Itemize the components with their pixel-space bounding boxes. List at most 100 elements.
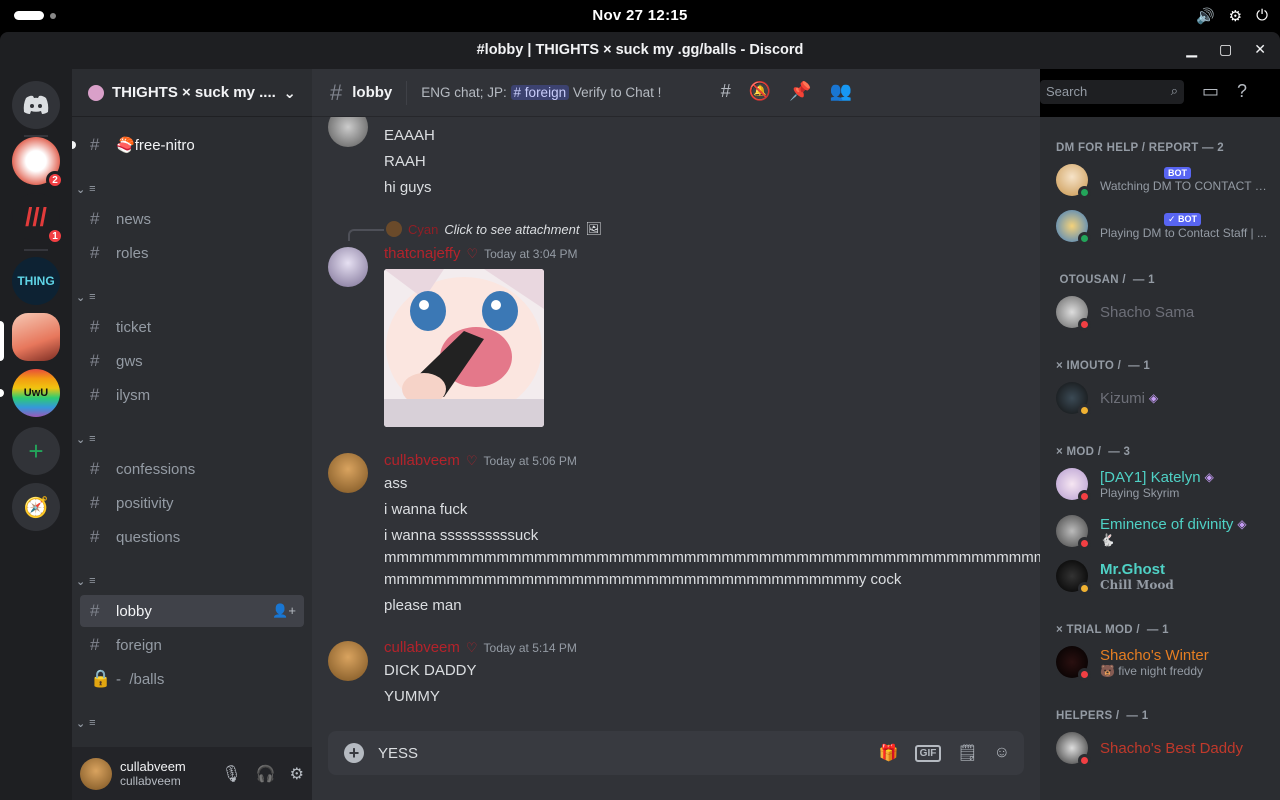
message-composer: + YESS 🎁 GIF 🗒 ☺ [328,731,1024,775]
member-name: Shacho Sama [1100,303,1195,321]
channel-foreign[interactable]: # ⁣foreign [80,629,304,661]
pin-icon[interactable]: 📌 [789,81,811,102]
role-header: × TRIAL MOD / ⁣⁣⁣⁣⁣ — 1 [1056,624,1169,636]
member-activity: Playing DM to Contact Staff | ... [1100,225,1267,240]
discord-home-button[interactable] [12,81,60,129]
category-header[interactable]: ⌄ ≡ ⁣ ⁣ [76,430,103,448]
channel-label: ⁣gws [116,352,143,370]
category-header[interactable]: ⌄ ≡ ⁣ ⁣⁣ [76,572,103,590]
channel-questions[interactable]: # ⁣questions [80,521,304,553]
channel-ilysm[interactable]: # ⁣ilysm [80,379,304,411]
member-item[interactable]: Mr.Ghost Chill Mood [1048,555,1274,597]
category-header[interactable]: ⌄ ≡ ⁣ ⁣⁣ [76,714,103,732]
avatar[interactable] [80,757,112,790]
microphone-icon[interactable]: 🎙 [221,764,241,784]
attach-plus-button[interactable]: + [344,743,364,763]
unread-indicator [0,389,4,397]
server-2-button[interactable]: 2 [12,137,64,189]
message-author[interactable]: cullabveem [384,639,460,656]
member-list-icon[interactable]: 👥 [830,81,852,102]
reply-preview[interactable]: Cyan Click to see attachment 🖼 [386,221,602,237]
server-thing-label: THING [17,274,55,288]
unread-indicator [72,141,76,149]
channel-lobby[interactable]: # ⁣lobby 👤+ [80,595,304,627]
gear-icon[interactable]: ⚙ [290,764,304,784]
anime-image [384,269,544,427]
reply-author: Cyan [408,221,439,237]
system-tray[interactable]: 🔊 ⚙ ⏻ [1196,7,1268,25]
image-attachment[interactable] [384,269,544,427]
member-status-emoji: 🐇 [1100,532,1115,547]
sticker-icon[interactable]: 🗒 [957,743,977,763]
maximize-button[interactable]: ▢ [1219,41,1232,58]
server-uwu-button[interactable]: UwU [12,369,60,417]
member-item[interactable]: Shacho's Best Daddy [1048,727,1274,769]
hash-icon: # [90,459,100,478]
hash-icon: # [90,385,100,404]
search-input[interactable]: Search ⌕ [1040,80,1184,104]
avatar[interactable] [328,453,368,493]
role-icon: ♡ [466,245,479,261]
channel-news[interactable]: # ⁣news [80,203,304,235]
explore-servers-button[interactable]: 🧭 [12,483,60,531]
avatar [1056,560,1091,595]
member-item[interactable]: Kizumi ◈ [1048,377,1274,419]
member-item[interactable]: ✓ BOT Playing DM to Contact Staff | ... [1048,205,1274,247]
gif-button[interactable]: GIF [914,744,942,762]
network-icon[interactable]: ⚙ [1229,7,1242,25]
channel-confessions[interactable]: # ⁣confessions [80,453,304,485]
mute-bell-icon[interactable]: 🔕 [749,81,771,102]
message-author[interactable]: cullabveem [384,452,460,469]
lock-icon: 🔒 [90,669,112,688]
help-icon[interactable]: ? [1237,81,1247,102]
threads-icon[interactable]: # [721,81,731,102]
user-info[interactable]: cullabveem cullabveem [120,759,221,788]
add-server-button[interactable]: + [12,427,60,475]
minimize-button[interactable]: ▁ [1186,41,1197,58]
add-member-icon[interactable]: 👤+ [272,603,296,619]
guild-header[interactable]: THIGHTS × suck my .... ⌄ [72,69,312,117]
volume-icon[interactable]: 🔊 [1196,7,1215,25]
channel-gws[interactable]: # ⁣gws [80,345,304,377]
channel-free-nitro[interactable]: # 🍣 ⁣free-nitro [80,129,304,161]
role-icon: ♡ [465,639,478,655]
avatar [1056,732,1091,767]
hash-icon: # [90,135,100,154]
member-item[interactable]: Shacho's Winter 🐻 five night freddy [1048,641,1274,683]
channel-balls[interactable]: 🔒 - ⁣ /balls [80,663,304,695]
member-item[interactable]: Shacho Sama [1048,291,1274,333]
headphones-icon[interactable]: 🎧 [256,764,276,784]
message-author[interactable]: thatcnajeffy [384,245,460,262]
avatar[interactable] [328,117,368,147]
message-line: YUMMY [384,688,440,705]
status-dnd-icon [1078,318,1091,331]
member-item[interactable]: Eminence of divinity ◈ 🐇 [1048,510,1274,552]
member-item[interactable]: [DAY1] Katelyn ◈ Playing Skyrim [1048,463,1274,505]
member-item[interactable]: BOT Watching DM TO CONTACT S... [1048,159,1274,201]
category-label: ≡ ⁣ ⁣ [89,433,103,445]
gift-icon[interactable]: 🎁 [879,743,899,763]
avatar[interactable] [328,247,368,287]
search-icon: ⌕ [1170,83,1178,98]
category-header[interactable]: ⌄ ≡ ⁣ ⁣⁣ [76,180,103,198]
channel-positivity[interactable]: # ⁣positivity [80,487,304,519]
channel-topic[interactable]: ENG chat; JP: # ⁣foreign Verify to Chat … [421,85,661,100]
category-label: ≡ ⁣ ⁣⁣ [89,575,103,587]
emoji-icon[interactable]: ☺ [994,744,1010,762]
channel-label: ⁣news [116,210,152,228]
chevron-down-icon: ⌄ [76,717,90,730]
system-clock[interactable]: Nov 27 12:15 [0,7,1280,24]
avatar[interactable] [328,641,368,681]
message-input[interactable]: YESS [378,745,879,762]
category-header[interactable]: ⌄ ≡ ⁣ ⁣⁣ [76,288,103,306]
server-3-button[interactable]: /// 1 [12,193,64,245]
server-anime-button[interactable] [12,313,60,361]
inbox-icon[interactable]: ▭ [1202,81,1219,102]
close-button[interactable]: ✕ [1254,41,1266,58]
channel-ticket[interactable]: # ⁣ticket [80,311,304,343]
channel-roles[interactable]: # ⁣roles [80,237,304,269]
plus-icon: + [28,435,44,466]
server-thing-button[interactable]: THING [12,257,60,305]
power-icon[interactable]: ⏻ [1256,7,1268,25]
channel-mention[interactable]: # ⁣foreign [510,85,570,100]
